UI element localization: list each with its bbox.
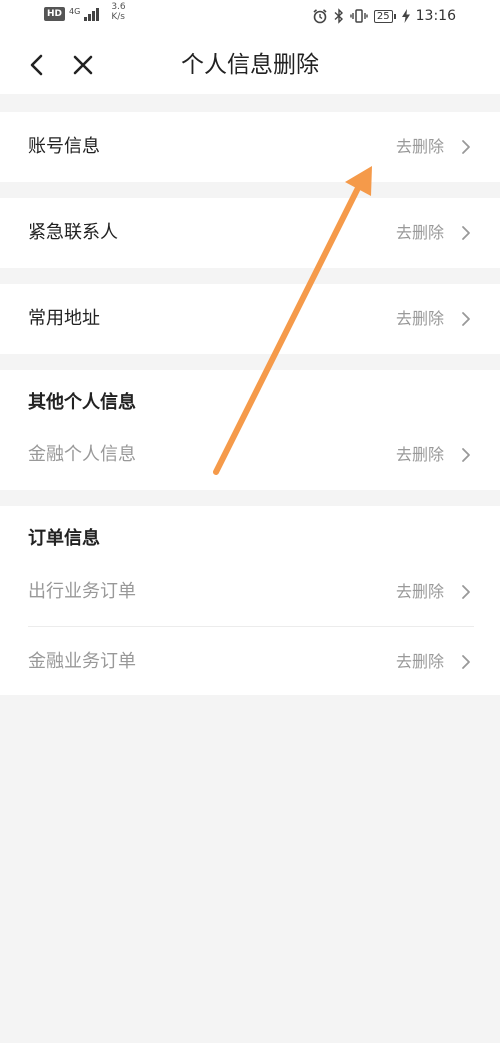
row-label: 账号信息 [28,136,100,157]
order-info-card: 订单信息 出行业务订单 去删除 金融业务订单 去删除 [0,506,500,695]
row-financial-personal-info[interactable]: 金融个人信息 去删除 [0,420,500,490]
row-common-address[interactable]: 常用地址 去删除 [0,284,500,354]
row-travel-orders[interactable]: 出行业务订单 去删除 [0,557,500,627]
network-speed-unit: K/s [111,12,125,22]
signal-icon [84,7,100,21]
close-icon [73,55,93,75]
delete-link[interactable]: 去删除 [396,198,444,268]
status-right: 25 13:16 [312,8,456,24]
row-emergency-contact[interactable]: 紧急联系人 去删除 [0,198,500,268]
network-speed-value: 3.6 [111,2,126,12]
chevron-right-icon [462,226,470,240]
row-label: 金融个人信息 [28,444,136,465]
chevron-right-icon [462,312,470,326]
battery-indicator: 25 [373,9,396,23]
network-type: 4G [69,6,81,16]
close-button[interactable] [66,48,100,82]
back-button[interactable] [20,48,54,82]
row-label: 紧急联系人 [28,222,118,243]
delete-link[interactable]: 去删除 [396,420,444,490]
delete-link[interactable]: 去删除 [396,284,444,354]
address-card: 常用地址 去删除 [0,284,500,354]
battery-level: 25 [373,9,393,23]
row-financial-orders[interactable]: 金融业务订单 去删除 [0,627,500,697]
row-label: 出行业务订单 [28,581,136,602]
hd-badge: HD [44,7,66,21]
clock-time: 13:16 [415,8,456,24]
battery-tip [393,13,396,19]
delete-link[interactable]: 去删除 [396,627,444,697]
delete-link[interactable]: 去删除 [396,557,444,627]
charging-icon [401,9,410,23]
delete-link[interactable]: 去删除 [396,112,444,182]
section-title: 其他个人信息 [28,392,136,413]
section-title: 订单信息 [28,528,100,549]
row-label: 金融业务订单 [28,651,136,672]
chevron-left-icon [30,54,43,76]
account-card: 账号信息 去删除 [0,112,500,182]
bluetooth-icon [334,8,343,24]
chevron-right-icon [462,448,470,462]
nav-bar: 个人信息删除 [0,36,500,94]
status-bar: HD 4G 3.6 K/s 25 13:16 [0,0,500,36]
chevron-right-icon [462,140,470,154]
alarm-icon [313,9,327,24]
other-info-card: 其他个人信息 金融个人信息 去删除 [0,370,500,490]
row-label: 常用地址 [28,308,100,329]
chevron-right-icon [462,655,470,669]
emergency-card: 紧急联系人 去删除 [0,198,500,268]
network-speed: 3.6 K/s [111,2,125,22]
vibrate-icon [350,9,368,23]
status-left: HD 4G 3.6 K/s [44,2,126,22]
chevron-right-icon [462,585,470,599]
row-account-info[interactable]: 账号信息 去删除 [0,112,500,182]
